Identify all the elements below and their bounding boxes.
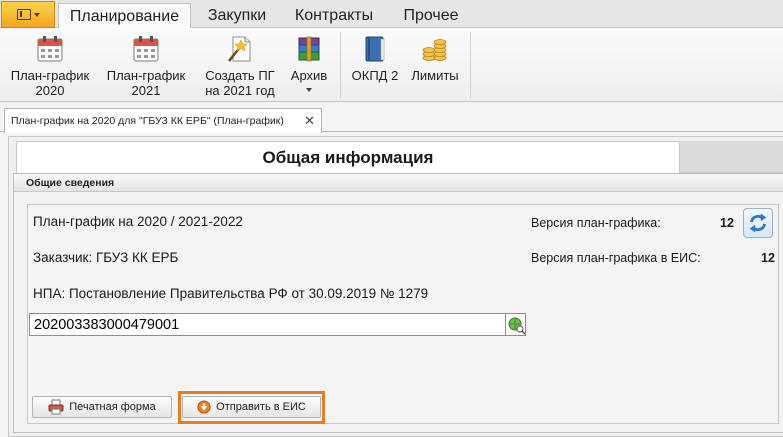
- refresh-icon: [749, 213, 767, 233]
- plan-2021-label-1: План-график: [106, 68, 186, 83]
- plan-2021-button[interactable]: План-график 2021: [100, 32, 192, 100]
- plan-2020-label-2: 2020: [35, 83, 65, 98]
- create-pg-label-2: на 2021 год: [205, 83, 275, 98]
- calendar-icon: [133, 36, 159, 62]
- tab-other[interactable]: [680, 141, 783, 173]
- document-tab-title: План-график на 2020 для "ГБУЗ КК ЕРБ" (П…: [11, 115, 284, 127]
- document-tab[interactable]: План-график на 2020 для "ГБУЗ КК ЕРБ" (П…: [4, 108, 322, 133]
- tab-planirovanie[interactable]: Планирование: [58, 3, 191, 29]
- okpd2-button[interactable]: ОКПД 2: [344, 32, 406, 100]
- ribbon-separator: [340, 32, 341, 98]
- plan-2021-label-2: 2021: [131, 83, 161, 98]
- search-globe-icon: [508, 317, 526, 335]
- ribbon-separator: [470, 32, 471, 98]
- ribbon-tab-bar: Планирование Закупки Контракты Прочее: [0, 0, 783, 29]
- reestr-lookup-button[interactable]: [506, 313, 526, 336]
- highlight-box: [178, 391, 325, 424]
- chevron-down-icon: [33, 12, 40, 17]
- document-tab-strip: План-график на 2020 для "ГБУЗ КК ЕРБ" (П…: [0, 102, 783, 133]
- calendar-icon: [37, 36, 63, 62]
- version-label: Версия план-графика:: [531, 216, 661, 230]
- book-icon: [365, 36, 385, 62]
- plan-title: План-график на 2020 / 2021-2022: [33, 214, 243, 229]
- okpd2-label: ОКПД 2: [351, 68, 399, 83]
- tab-general-info[interactable]: Общая информация: [16, 141, 680, 173]
- create-pg-button[interactable]: Создать ПГ на 2021 год: [196, 32, 284, 100]
- version-value: 12: [720, 216, 734, 230]
- plan-2020-label-1: План-график: [10, 68, 90, 83]
- app-menu-button[interactable]: [1, 1, 55, 28]
- coins-icon: [422, 39, 447, 61]
- archive-icon: [298, 36, 320, 62]
- print-form-label: Печатная форма: [69, 401, 156, 413]
- create-pg-label-1: Создать ПГ: [205, 68, 275, 83]
- chevron-down-icon: [306, 88, 312, 92]
- magic-wand-icon: [228, 36, 251, 62]
- eis-version-label: Версия план-графика в ЕИС:: [531, 251, 701, 265]
- tab-zakupki[interactable]: Закупки: [196, 3, 278, 29]
- refresh-version-button[interactable]: [743, 208, 773, 238]
- print-form-button[interactable]: Печатная форма: [32, 396, 172, 418]
- group-header: Общие сведения: [14, 174, 783, 192]
- archive-label: Архив: [290, 68, 328, 83]
- archive-button[interactable]: Архив: [286, 32, 332, 100]
- app-menu-icon: [16, 9, 31, 20]
- ribbon: План-график 2020 План-график 2021 Создат…: [0, 28, 783, 102]
- limits-button[interactable]: Лимиты: [406, 32, 464, 100]
- eis-version-value: 12: [761, 251, 775, 265]
- tab-prochee[interactable]: Прочее: [392, 3, 470, 29]
- printer-icon: [48, 399, 64, 415]
- limits-label: Лимиты: [411, 68, 459, 83]
- reestr-number-field[interactable]: [29, 313, 506, 336]
- close-icon[interactable]: ✕: [304, 113, 315, 129]
- tab-kontrakty[interactable]: Контракты: [284, 3, 384, 29]
- plan-2020-button[interactable]: План-график 2020: [4, 32, 96, 100]
- npa-text: НПА: Постановление Правительства РФ от 3…: [33, 286, 429, 301]
- customer-text: Заказчик: ГБУЗ КК ЕРБ: [33, 250, 179, 265]
- general-info-group: Общие сведения: [13, 173, 783, 433]
